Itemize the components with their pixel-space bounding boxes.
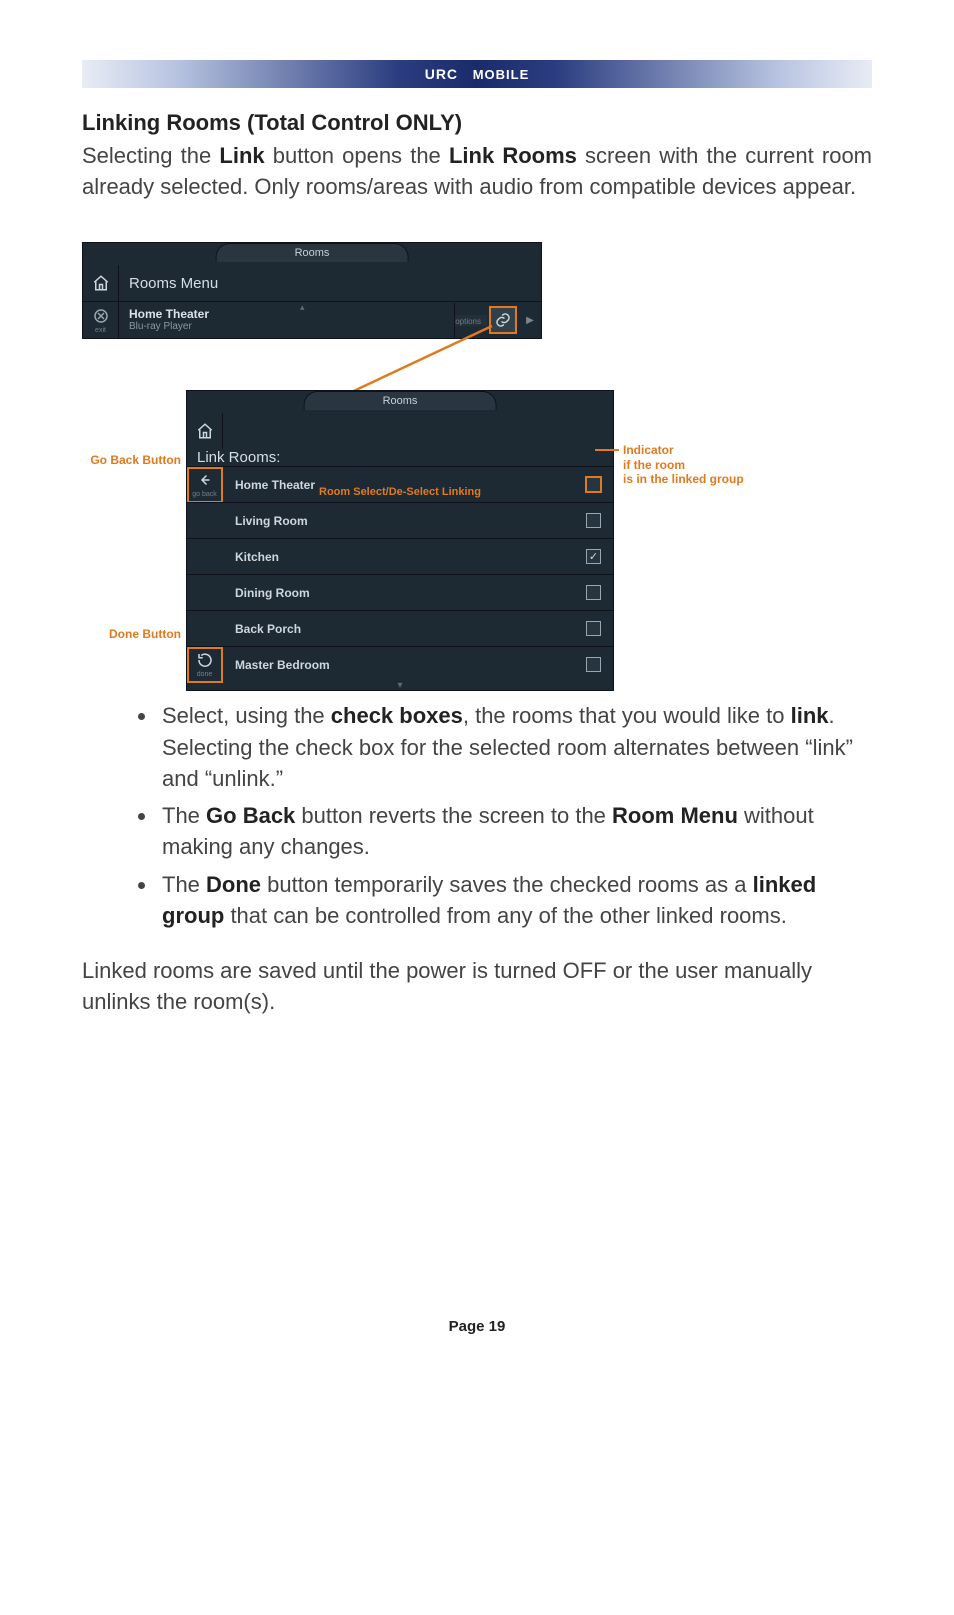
room-checkbox[interactable] [586,657,601,672]
callout-done: Done Button [85,627,181,641]
link-rooms-title: Link Rooms: [187,449,613,466]
section-title: Linking Rooms (Total Control ONLY) [82,110,872,136]
bullet-item: Select, using the check boxes, the rooms… [158,700,872,794]
room-checkbox[interactable] [586,621,601,636]
room-row[interactable]: Back Porch [187,610,613,646]
link-rooms-panel: Rooms Link Rooms: go backHome TheaterLiv… [186,390,614,691]
intro-paragraph: Selecting the Link button opens the Link… [82,140,872,202]
rooms-menu-panel: Rooms Rooms Menu exit ▴ Home Theater [82,242,542,339]
rooms-tab[interactable]: Rooms [216,243,409,262]
home-button[interactable] [83,265,119,301]
done-button[interactable]: done [187,647,223,683]
room-row[interactable]: Dining Room [187,574,613,610]
bullet-item: The Go Back button reverts the screen to… [158,800,872,862]
refresh-icon [196,651,214,669]
home-icon [92,274,110,292]
room-checkbox[interactable] [586,513,601,528]
room-name-label: Living Room [223,514,586,528]
closing-paragraph: Linked rooms are saved until the power i… [82,955,872,1017]
go-back-button[interactable]: go back [187,467,223,503]
bullet-item: The Done button temporarily saves the ch… [158,869,872,931]
home-icon [196,422,214,440]
link-icon [494,311,512,329]
scroll-down-icon: ▾ [187,682,613,690]
room-name-label: Kitchen [223,550,586,564]
room-row[interactable]: doneMaster Bedroom [187,646,613,682]
header-product-mobile: MOBILE [473,67,530,82]
bullet-list: Select, using the check boxes, the rooms… [138,700,872,931]
callout-room-select: Room Select/De-Select Linking [319,486,481,499]
exit-button[interactable]: exit [83,302,119,338]
close-icon [92,307,110,325]
callout-indicator: Indicator if the room is in the linked g… [623,443,823,486]
room-name-label: Dining Room [223,586,586,600]
header-product: URC [425,66,458,82]
options-label: options [455,315,487,326]
drag-handle-icon: ▴ [300,302,324,306]
room-checkbox[interactable] [586,585,601,600]
page-footer: Page 19 [82,1318,872,1335]
rooms-menu-title: Rooms Menu [119,275,218,292]
home-button-2[interactable] [187,413,223,449]
page-header-bar: URC MOBILE [82,60,872,88]
now-playing-label: Blu-ray Player [129,321,454,332]
link-button[interactable] [489,306,517,334]
figure-area: Rooms Rooms Menu exit ▴ Home Theater [82,242,872,672]
room-checkbox[interactable] [586,477,601,492]
back-arrow-icon [196,471,214,489]
callout-go-back: Go Back Button [85,453,181,467]
room-row[interactable]: Living Room [187,502,613,538]
room-name-label: Master Bedroom [223,658,586,672]
room-checkbox[interactable]: ✓ [586,549,601,564]
current-room-label: Home Theater [129,307,454,321]
link-rooms-tab[interactable]: Rooms [304,391,497,410]
room-row[interactable]: Kitchen✓ [187,538,613,574]
room-name-label: Back Porch [223,622,586,636]
chevron-right-icon[interactable]: ▶ [519,315,541,326]
